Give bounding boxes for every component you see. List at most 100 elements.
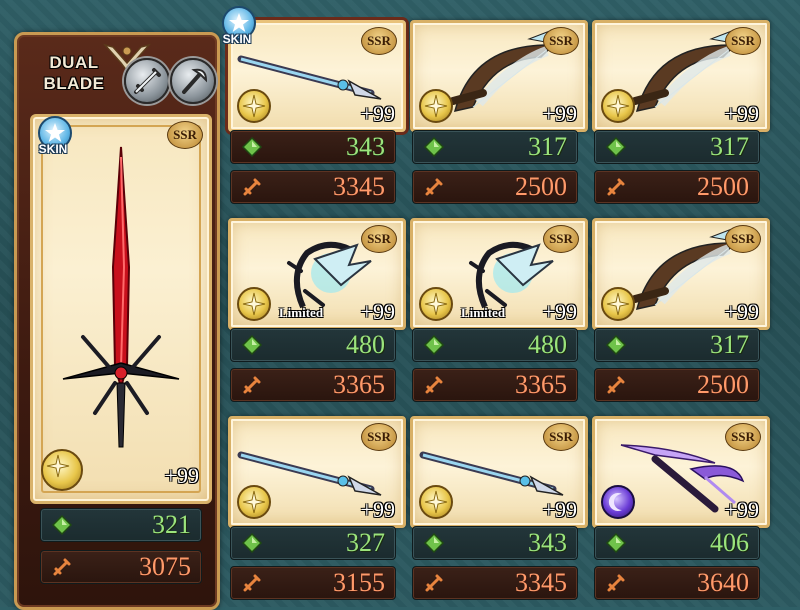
light-element-icon [419, 89, 453, 123]
hp-gem-icon [605, 532, 627, 554]
uncap-plus: +99 [542, 497, 577, 522]
dark-element-icon [601, 485, 635, 519]
hp-gem-icon [51, 514, 73, 536]
light-element-icon [419, 485, 453, 519]
atk-sword-icon [425, 376, 443, 394]
atk-row: 3155 [230, 566, 396, 600]
weapon-type-line1: DUAL [49, 53, 99, 72]
atk-row: 3345 [230, 170, 396, 204]
sword-specialty-icon [124, 58, 170, 104]
hp-row: 327 [230, 526, 396, 560]
uncap-plus: +99 [724, 497, 759, 522]
uncap-plus: +99 [360, 299, 395, 324]
hp-value: 480 [346, 330, 385, 359]
hp-gem-icon [423, 334, 445, 356]
rarity-badge: SSR [167, 121, 203, 149]
weapon-slot[interactable]: SSR +99 [592, 20, 770, 132]
weapon-slot[interactable]: SSR +99 [228, 416, 406, 528]
light-element-icon [601, 89, 635, 123]
rarity-badge: SSR [725, 27, 761, 55]
atk-sword-icon [607, 574, 625, 592]
hp-value: 327 [346, 528, 385, 557]
atk-value: 3155 [333, 568, 385, 597]
atk-value: 2500 [697, 172, 749, 201]
hp-gem-icon [241, 136, 263, 158]
hp-value: 317 [710, 330, 749, 359]
atk-value: 3345 [333, 172, 385, 201]
skin-label: SKIN [38, 142, 68, 156]
hp-gem-icon [423, 532, 445, 554]
limited-label: Limited [461, 305, 506, 320]
atk-value: 2500 [697, 370, 749, 399]
weapon-slot[interactable]: SSR +99 [592, 218, 770, 330]
atk-row: 2500 [412, 170, 578, 204]
hp-row: 317 [594, 130, 760, 164]
uncap-plus: +99 [360, 497, 395, 522]
hp-row: 343 [412, 526, 578, 560]
hp-row: 343 [230, 130, 396, 164]
uncap-plus: +99 [724, 101, 759, 126]
weapon-slot[interactable]: SSR Limited +99 [410, 218, 588, 330]
atk-sword-icon [607, 178, 625, 196]
skin-label: SKIN [222, 32, 252, 46]
hp-value: 321 [152, 510, 191, 539]
light-element-icon [237, 89, 271, 123]
axe-specialty-icon [170, 58, 216, 104]
atk-value: 2500 [515, 172, 567, 201]
hp-row: 480 [412, 328, 578, 362]
weapon-slot[interactable]: SSR +99 [592, 416, 770, 528]
hp-gem-icon [605, 334, 627, 356]
hp-gem-icon [241, 334, 263, 356]
atk-row: 2500 [594, 170, 760, 204]
atk-sword-icon [243, 178, 261, 196]
uncap-plus: +99 [360, 101, 395, 126]
hp-value: 406 [710, 528, 749, 557]
atk-value: 3640 [697, 568, 749, 597]
hp-row: 480 [230, 328, 396, 362]
atk-sword-icon [425, 574, 443, 592]
light-element-icon [41, 449, 83, 491]
light-element-icon [237, 287, 271, 321]
main-weapon-card[interactable]: SSR +99 [30, 114, 212, 504]
hp-value: 317 [528, 132, 567, 161]
hp-gem-icon [241, 532, 263, 554]
uncap-plus: +99 [542, 101, 577, 126]
weapon-slot[interactable]: SSR +99 [410, 416, 588, 528]
atk-sword-icon [53, 558, 71, 576]
hp-row: 406 [594, 526, 760, 560]
atk-row: 3365 [230, 368, 396, 402]
rarity-badge: SSR [361, 27, 397, 55]
weapon-slot[interactable]: SSR Limited +99 [228, 218, 406, 330]
atk-value: 3365 [515, 370, 567, 399]
weapon-slot[interactable]: SSR +99 [410, 20, 588, 132]
hp-row: 317 [594, 328, 760, 362]
uncap-plus: +99 [724, 299, 759, 324]
skin-badge: SKIN [214, 6, 260, 58]
uncap-plus: +99 [164, 463, 199, 488]
rarity-badge: SSR [543, 225, 579, 253]
light-element-icon [601, 287, 635, 321]
main-hp-row: 321 [40, 508, 202, 542]
weapon-type-line2: BLADE [43, 74, 105, 93]
atk-row: 3640 [594, 566, 760, 600]
hp-value: 480 [528, 330, 567, 359]
atk-sword-icon [243, 376, 261, 394]
atk-sword-icon [243, 574, 261, 592]
atk-sword-icon [425, 178, 443, 196]
atk-sword-icon [607, 376, 625, 394]
hp-gem-icon [605, 136, 627, 158]
rarity-badge: SSR [361, 423, 397, 451]
rarity-badge: SSR [361, 225, 397, 253]
hp-value: 343 [346, 132, 385, 161]
hp-row: 317 [412, 130, 578, 164]
atk-value: 3345 [515, 568, 567, 597]
crimson-sword-art [62, 146, 180, 448]
hp-gem-icon [423, 136, 445, 158]
atk-value: 3075 [139, 552, 191, 581]
main-atk-row: 3075 [40, 550, 202, 584]
atk-row: 3365 [412, 368, 578, 402]
atk-value: 3365 [333, 370, 385, 399]
atk-row: 2500 [594, 368, 760, 402]
hp-value: 317 [710, 132, 749, 161]
limited-label: Limited [279, 305, 324, 320]
